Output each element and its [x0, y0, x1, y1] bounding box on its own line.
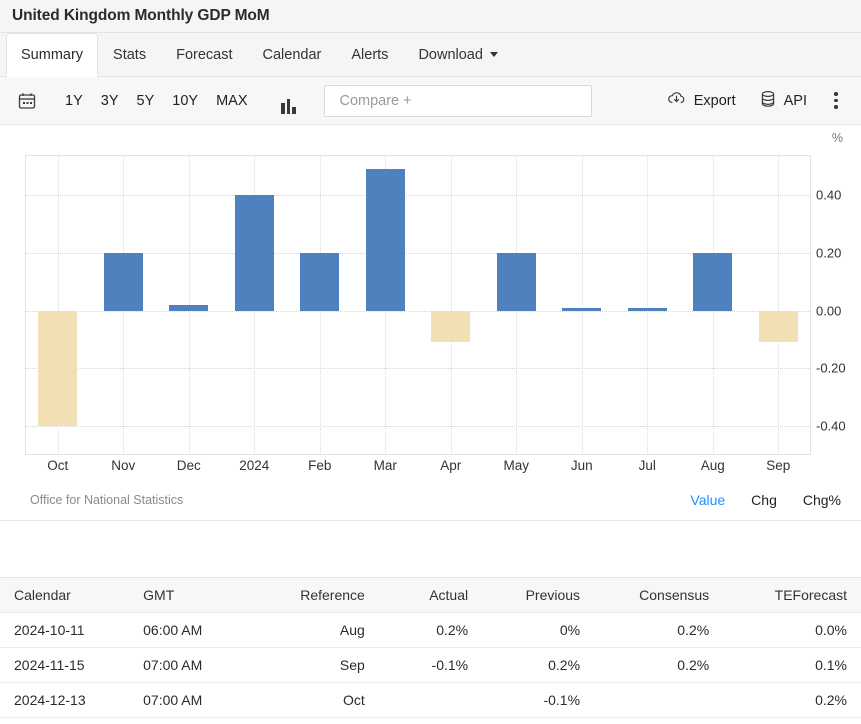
range-button-10y[interactable]: 10Y [163, 89, 207, 113]
table-cell: 0.2% [379, 613, 482, 648]
chart-toolbar: 1Y3Y5Y10YMAX Export [0, 77, 861, 125]
tab-label: Calendar [263, 47, 322, 63]
chevron-down-icon [490, 52, 498, 57]
table-cell: Oct [250, 683, 379, 718]
table-column-header[interactable]: Calendar [0, 578, 129, 613]
kebab-menu-icon[interactable] [823, 86, 849, 116]
tab-label: Download [418, 47, 483, 63]
table-row[interactable]: 2024-10-1106:00 AMAug0.2%0%0.2%0.0% [0, 613, 861, 648]
x-axis-tick-label: Feb [308, 458, 331, 473]
table-cell: -0.1% [482, 683, 594, 718]
toolbar-right-actions: Export API [655, 86, 849, 116]
x-axis-tick-label: Aug [701, 458, 725, 473]
tab-bar: Summary Stats Forecast Calendar Alerts Downlo… [0, 33, 861, 77]
x-axis-tick-label: Jun [571, 458, 593, 473]
range-button-3y[interactable]: 3Y [92, 89, 128, 113]
range-button-5y[interactable]: 5Y [128, 89, 164, 113]
compare-input-wrapper[interactable] [324, 85, 592, 117]
series-toggle-chg-pct[interactable]: Chg% [803, 492, 841, 508]
bar-chart-icon[interactable] [274, 88, 302, 114]
y-axis-tick-label: -0.40 [816, 419, 846, 434]
tab-label: Summary [21, 47, 83, 63]
table-cell: 2024-11-15 [0, 648, 129, 683]
table-cell: 06:00 AM [129, 613, 250, 648]
x-axis-tick-label: 2024 [239, 458, 269, 473]
tab-summary[interactable]: Summary [6, 33, 98, 77]
api-button[interactable]: API [748, 86, 819, 116]
x-axis-tick-label: Mar [374, 458, 397, 473]
tab-stats[interactable]: Stats [98, 33, 161, 76]
spacer [0, 521, 861, 577]
calendar-table-body: 2024-10-1106:00 AMAug0.2%0%0.2%0.0%2024-… [0, 613, 861, 718]
x-axis-tick-label: Nov [111, 458, 135, 473]
page-header: United Kingdom Monthly GDP MoM [0, 0, 861, 33]
table-cell: 07:00 AM [129, 648, 250, 683]
range-button-max[interactable]: MAX [207, 89, 256, 113]
table-row[interactable]: 2024-11-1507:00 AMSep-0.1%0.2%0.2%0.1% [0, 648, 861, 683]
chart-footer: Office for National Statistics Value Chg C… [0, 485, 861, 515]
export-button[interactable]: Export [655, 86, 748, 115]
table-cell: 2024-10-11 [0, 613, 129, 648]
tab-label: Alerts [351, 47, 388, 63]
calendar-table: CalendarGMTReferenceActualPreviousConsen… [0, 577, 861, 718]
x-axis-tick-label: Dec [177, 458, 201, 473]
y-axis-tick-label: 0.00 [816, 303, 841, 318]
series-toggle-chg[interactable]: Chg [751, 492, 777, 508]
table-row[interactable]: 2024-12-1307:00 AMOct -0.1% 0.2% [0, 683, 861, 718]
range-button-group: 1Y3Y5Y10YMAX [56, 89, 256, 113]
table-cell: 07:00 AM [129, 683, 250, 718]
y-axis-tick-label: 0.20 [816, 246, 841, 261]
table-cell: 0.2% [723, 683, 861, 718]
table-cell [594, 683, 723, 718]
x-axis-tick-label: May [503, 458, 529, 473]
y-axis-tick-label: -0.20 [816, 361, 846, 376]
tab-download[interactable]: Download [403, 33, 513, 76]
series-toggle-group: Value Chg Chg% [690, 492, 841, 508]
x-axis-tick-label: Oct [47, 458, 68, 473]
table-cell: 0.0% [723, 613, 861, 648]
table-cell: Sep [250, 648, 379, 683]
table-cell: 0.2% [594, 613, 723, 648]
tab-alerts[interactable]: Alerts [336, 33, 403, 76]
table-cell: 0.2% [594, 648, 723, 683]
y-axis-ticks: 0.400.200.00-0.20-0.40 [25, 155, 811, 455]
table-column-header[interactable]: TEForecast [723, 578, 861, 613]
database-icon [760, 90, 776, 112]
x-axis-labels: Oct Nov Dec 2024 Feb Mar Apr May Jun Jul Aug Sep [25, 458, 811, 482]
x-axis-tick-label: Sep [766, 458, 790, 473]
tab-label: Forecast [176, 47, 232, 63]
calendar-table-head: CalendarGMTReferenceActualPreviousConsen… [0, 578, 861, 613]
table-cell: Aug [250, 613, 379, 648]
tab-calendar[interactable]: Calendar [248, 33, 337, 76]
chart-source: Office for National Statistics [30, 493, 183, 507]
table-column-header[interactable]: GMT [129, 578, 250, 613]
table-column-header[interactable]: Consensus [594, 578, 723, 613]
tab-label: Stats [113, 47, 146, 63]
table-cell: 2024-12-13 [0, 683, 129, 718]
compare-input[interactable] [337, 92, 579, 110]
table-column-header[interactable]: Actual [379, 578, 482, 613]
table-column-header[interactable]: Previous [482, 578, 594, 613]
page-title: United Kingdom Monthly GDP MoM [12, 7, 270, 25]
series-toggle-value[interactable]: Value [690, 492, 725, 508]
table-cell: 0.1% [723, 648, 861, 683]
range-button-1y[interactable]: 1Y [56, 89, 92, 113]
export-label: Export [694, 93, 736, 109]
api-label: API [784, 93, 807, 109]
tab-forecast[interactable]: Forecast [161, 33, 247, 76]
cloud-download-icon [667, 90, 686, 111]
x-axis-tick-label: Jul [639, 458, 656, 473]
table-column-header[interactable]: Reference [250, 578, 379, 613]
table-cell: -0.1% [379, 648, 482, 683]
table-header-row: CalendarGMTReferenceActualPreviousConsen… [0, 578, 861, 613]
table-cell [379, 683, 482, 718]
x-axis-tick-label: Apr [440, 458, 461, 473]
y-axis-tick-label: 0.40 [816, 188, 841, 203]
calendar-icon[interactable] [12, 86, 42, 116]
table-cell: 0% [482, 613, 594, 648]
chart-card: % 0.400.200.00-0.20-0.40 OctNovDec2024Fe… [0, 125, 861, 521]
y-axis-unit-label: % [832, 131, 843, 145]
table-cell: 0.2% [482, 648, 594, 683]
